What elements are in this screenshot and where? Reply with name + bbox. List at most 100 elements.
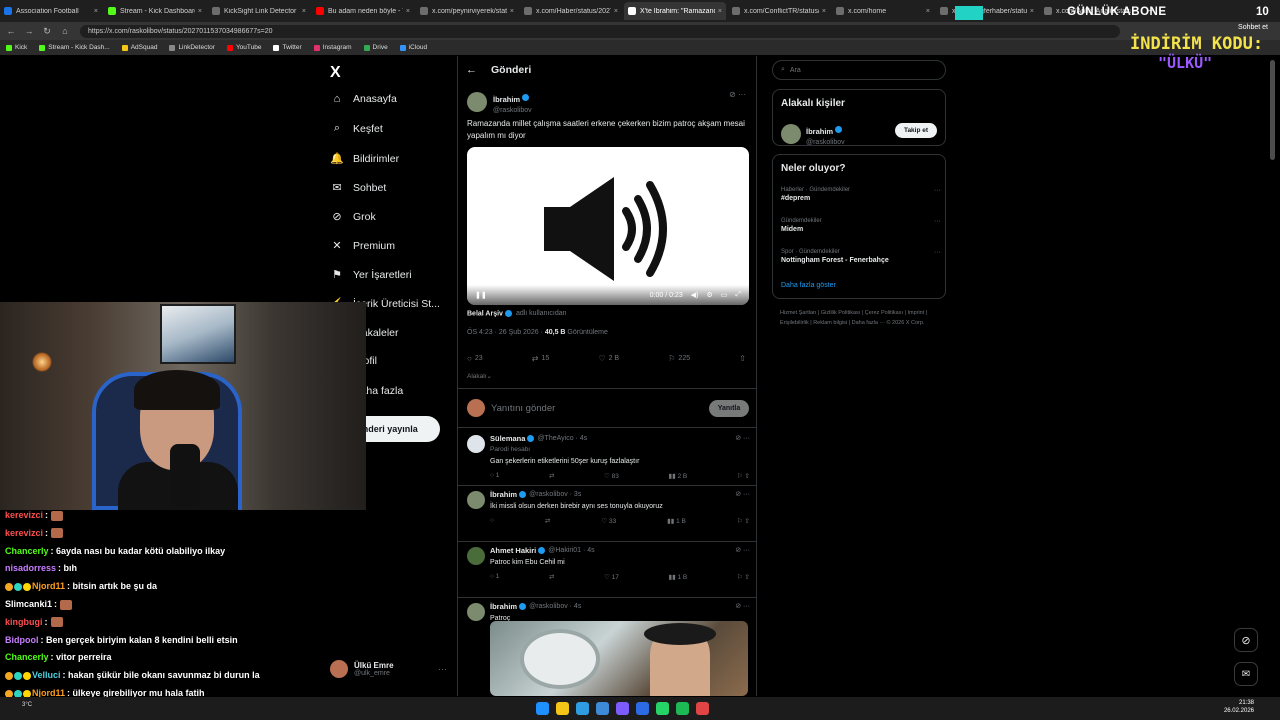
- trend-more-icon[interactable]: ···: [934, 187, 941, 194]
- trend-item[interactable]: Haberler · Gündemdekiler #deprem ···: [781, 187, 941, 202]
- taskbar-app-icon[interactable]: [576, 702, 589, 715]
- like-action[interactable]: ♡ 2 B: [598, 354, 619, 363]
- chat-username[interactable]: Bidpool: [5, 635, 39, 645]
- tweet-options[interactable]: ⊘ ···: [729, 90, 746, 99]
- reply-avatar[interactable]: [467, 435, 485, 453]
- home-icon[interactable]: ⌂: [58, 26, 72, 36]
- tweet-video[interactable]: ❚❚ 0:00 / 0:23 ◀) ⚙ ▭ ⤢: [467, 147, 749, 305]
- browser-tab[interactable]: x.com/migferhaber/status ×: [936, 2, 1038, 20]
- tab-close-icon[interactable]: ×: [926, 8, 930, 15]
- reply-action[interactable]: ○ 1: [490, 573, 499, 581]
- nav-item[interactable]: ✉ Sohbet: [330, 181, 386, 195]
- browser-tab[interactable]: Bu adam neden böyle - Yo ×: [312, 2, 414, 20]
- trend-item[interactable]: Spor · Gündemdekiler Nottingham Forest - …: [781, 249, 941, 264]
- taskbar-app-icon[interactable]: [636, 702, 649, 715]
- views-action[interactable]: ▮▮ 1 B: [667, 517, 686, 525]
- tab-close-icon[interactable]: ×: [302, 8, 306, 15]
- chat-username[interactable]: Chancerly: [5, 546, 49, 556]
- reply-input[interactable]: Yanıtını gönder: [491, 403, 709, 414]
- reply-action[interactable]: ○ 1: [490, 472, 499, 480]
- taskbar-app-icon[interactable]: [536, 702, 549, 715]
- browser-tab[interactable]: x.com/peynirviyerek/status ×: [416, 2, 518, 20]
- taskbar-app-icon[interactable]: [616, 702, 629, 715]
- reload-icon[interactable]: ↻: [40, 26, 54, 37]
- bookmark-item[interactable]: Twitter: [273, 44, 302, 51]
- browser-tab[interactable]: X'te İbrahim: "Ramazanda ×: [624, 2, 726, 20]
- related-person[interactable]: İbrahim @raskolibov: [781, 121, 845, 146]
- bookmark-item[interactable]: Instagram: [313, 44, 352, 51]
- credit-name[interactable]: Belal Arşiv: [467, 310, 503, 317]
- share-action[interactable]: ⇧: [739, 354, 749, 363]
- reply-action[interactable]: ○: [490, 517, 494, 525]
- x-logo-icon[interactable]: X: [330, 64, 341, 82]
- chat-username[interactable]: Njord11: [32, 581, 65, 591]
- person-name[interactable]: İbrahim: [806, 127, 833, 136]
- reply-author-name[interactable]: Sülemana: [490, 434, 525, 443]
- reply-author-name[interactable]: Ahmet Hakiri: [490, 546, 536, 555]
- tweet-author[interactable]: İbrahim @raskolibov: [467, 89, 532, 114]
- nav-item[interactable]: ✕ Premium: [330, 239, 395, 253]
- like-action[interactable]: ♡ 83: [604, 472, 619, 480]
- views-action[interactable]: ▮▮ 1 B: [669, 573, 688, 581]
- bookmark-share-icons[interactable]: ⚐ ⇧: [737, 472, 750, 480]
- show-more-link[interactable]: Daha fazla göster: [781, 282, 836, 289]
- bookmark-item[interactable]: Kick: [6, 44, 27, 51]
- back-arrow-icon[interactable]: ←: [466, 64, 477, 76]
- bookmark-item[interactable]: Stream - Kick Dash...: [39, 44, 110, 51]
- trend-more-icon[interactable]: ···: [934, 249, 941, 256]
- browser-tab[interactable]: Association Football ×: [0, 2, 102, 20]
- chat-username[interactable]: Slimcanki1: [5, 599, 52, 609]
- volume-icon[interactable]: ◀): [691, 291, 699, 299]
- reply-post[interactable]: Ahmet Hakiri @Hakiri01 · 4s ⊘ ··· Patroc ki…: [458, 542, 756, 598]
- browser-tab[interactable]: x.com/ConflictTR/status/2 ×: [728, 2, 830, 20]
- video-credit[interactable]: Belal Arşiv adlı kullanıcıdan: [467, 310, 567, 317]
- url-field[interactable]: https://x.com/raskolibov/status/20270115…: [80, 24, 1120, 38]
- account-more-icon[interactable]: ···: [438, 664, 447, 674]
- author-handle[interactable]: @raskolibov: [493, 107, 532, 114]
- footer-links[interactable]: Hizmet Şartları | Gizlilik Politikası | …: [780, 308, 950, 328]
- pip-icon[interactable]: ▭: [721, 291, 728, 299]
- pause-icon[interactable]: ❚❚: [475, 291, 487, 299]
- reply-post[interactable]: Sülemana @TheAyico · 4s ⊘ ··· Parodi hesabı…: [458, 430, 756, 486]
- author-name[interactable]: İbrahim: [493, 95, 520, 104]
- browser-tab[interactable]: x.com/home ×: [832, 2, 934, 20]
- trend-item[interactable]: Gündemdekiler Midem ···: [781, 218, 941, 233]
- nav-item[interactable]: ⊘ Grok: [330, 210, 375, 224]
- views-action[interactable]: ▮▮ 2 B: [669, 472, 688, 480]
- bookmark-item[interactable]: Drive: [363, 44, 388, 51]
- bookmark-action[interactable]: ⚐ 225: [668, 354, 690, 363]
- chat-username[interactable]: nisadorress: [5, 563, 56, 573]
- back-icon[interactable]: ←: [4, 26, 18, 36]
- tab-close-icon[interactable]: ×: [1030, 8, 1034, 15]
- repost-action[interactable]: ⇄ 15: [532, 354, 550, 363]
- chat-username[interactable]: Velluci: [32, 670, 61, 680]
- weather-widget[interactable]: 3°C: [22, 702, 32, 708]
- nav-item[interactable]: 🔔 Bildirimler: [330, 152, 399, 166]
- reply-options-icon[interactable]: ⊘ ···: [735, 546, 750, 554]
- reply-author-name[interactable]: İbrahim: [490, 602, 517, 611]
- browser-tab[interactable]: x.com/Haber/status/2027 ×: [520, 2, 622, 20]
- reply-action[interactable]: ○ 23: [467, 354, 483, 363]
- like-action[interactable]: ♡ 33: [601, 517, 616, 525]
- browser-chat-label[interactable]: Sohbet et: [1238, 24, 1268, 31]
- taskbar-app-icon[interactable]: [696, 702, 709, 715]
- nav-item[interactable]: ⌕ Keşfet: [330, 122, 383, 135]
- browser-tab[interactable]: KickSight Link Detector ×: [208, 2, 310, 20]
- bookmark-item[interactable]: LinkDetector: [169, 44, 215, 51]
- grok-icon[interactable]: ⊘: [1234, 628, 1258, 652]
- search-input[interactable]: ⌕ Ara: [772, 60, 946, 80]
- tab-close-icon[interactable]: ×: [614, 8, 618, 15]
- bookmark-item[interactable]: YouTube: [226, 44, 261, 51]
- settings-icon[interactable]: ⚙: [706, 291, 712, 299]
- system-clock[interactable]: 21:38 26.02.2026: [1224, 699, 1254, 715]
- tab-close-icon[interactable]: ×: [198, 8, 202, 15]
- taskbar-app-icon[interactable]: [676, 702, 689, 715]
- chat-username[interactable]: kerevizci: [5, 510, 43, 520]
- reply-avatar[interactable]: [467, 547, 485, 565]
- bookmark-share-icons[interactable]: ⚐ ⇧: [737, 517, 750, 525]
- reply-post[interactable]: İbrahim @raskolibov · 3s ⊘ ··· İki missli o…: [458, 486, 756, 542]
- reply-avatar[interactable]: [467, 603, 485, 621]
- author-avatar[interactable]: [467, 91, 487, 112]
- like-action[interactable]: ♡ 17: [604, 573, 619, 581]
- reply-options-icon[interactable]: ⊘ ···: [735, 434, 750, 442]
